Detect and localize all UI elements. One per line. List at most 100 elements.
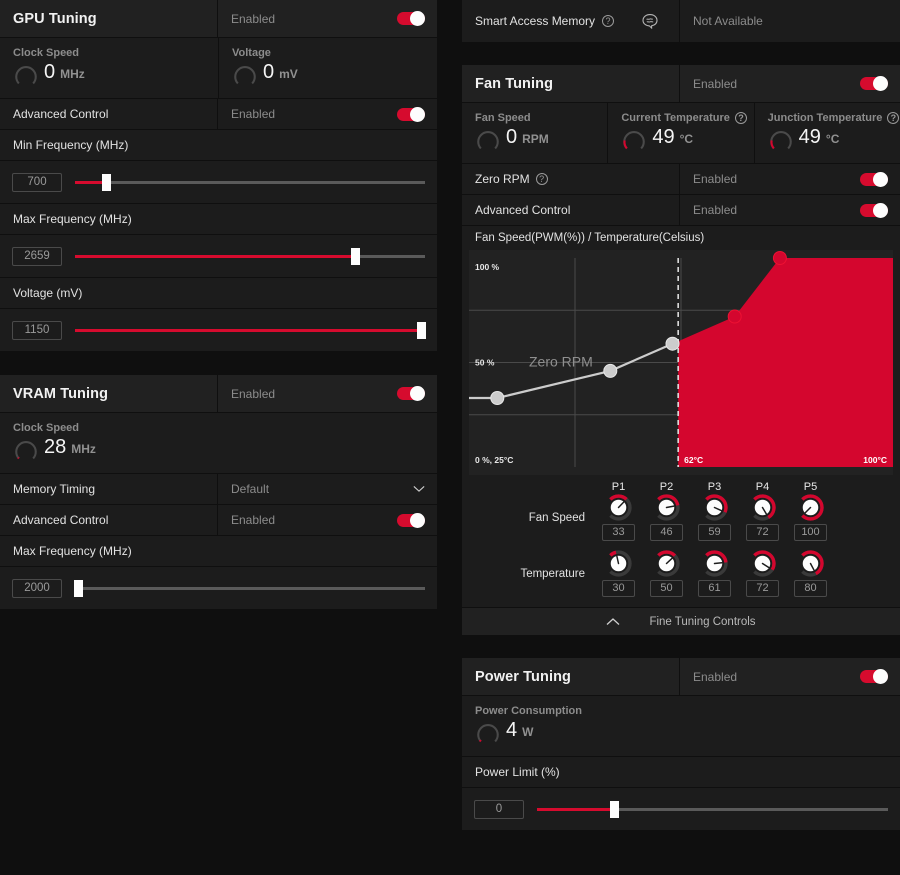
- question-icon[interactable]: ?: [602, 15, 615, 27]
- gpu-voltage-input[interactable]: 1150: [12, 320, 62, 340]
- gpu-max-frequency-input[interactable]: 2659: [12, 246, 62, 266]
- vram-tuning-state: Enabled: [231, 386, 276, 401]
- chevron-up-icon[interactable]: [606, 617, 620, 626]
- input-temperature-p1[interactable]: 30: [602, 580, 635, 597]
- gpu-voltage-row: 1150: [0, 309, 437, 352]
- metric-current-temperature: Current Temperature ? 49 °C: [607, 103, 753, 163]
- metric-junction-temperature-unit: °C: [825, 132, 840, 146]
- knob-temperature-p4[interactable]: [749, 550, 776, 577]
- metric-power-consumption: Power Consumption 4 W: [462, 696, 900, 756]
- point-header-row: P1 P2 P3 P4 P5: [462, 481, 900, 493]
- knob-fan-speed-p5[interactable]: [797, 494, 824, 521]
- fan-tuning-toggle[interactable]: [860, 76, 888, 91]
- radeon-tuning-page: GPU Tuning Enabled Clock Speed 0 MHz Vol…: [0, 0, 900, 875]
- power-tuning-toggle[interactable]: [860, 669, 888, 684]
- gpu-advanced-control-label: Advanced Control: [13, 107, 109, 121]
- fan-curve-chart[interactable]: 100 % 50 % 0 %, 25°C 62°C 100°C Zero RPM: [462, 250, 900, 475]
- vram-tuning-header: VRAM Tuning Enabled: [0, 375, 437, 413]
- fan-curve-svg[interactable]: 100 % 50 % 0 %, 25°C 62°C 100°C Zero RPM: [469, 250, 893, 475]
- smart-access-memory-label: Smart Access Memory: [475, 14, 596, 28]
- knob-fan-speed-p4[interactable]: [749, 494, 776, 521]
- fan-advanced-control-row: Advanced Control Enabled: [462, 195, 900, 226]
- gpu-tuning-toggle[interactable]: [397, 11, 425, 26]
- gauge-icon: [234, 66, 256, 85]
- knob-fan-speed-p1[interactable]: [605, 494, 632, 521]
- input-temperature-p5[interactable]: 80: [794, 580, 827, 597]
- metric-voltage-label: Voltage: [232, 47, 271, 59]
- input-fan-speed-p2[interactable]: 46: [650, 524, 683, 541]
- vram-advanced-control-state: Enabled: [231, 513, 276, 527]
- fan-advanced-control-toggle[interactable]: [860, 202, 888, 218]
- power-tuning-state: Enabled: [693, 669, 738, 684]
- input-temperature-p3[interactable]: 61: [698, 580, 731, 597]
- zero-rpm-toggle[interactable]: [860, 171, 888, 187]
- point-header-p5: P5: [803, 481, 818, 493]
- vram-tuning-card: VRAM Tuning Enabled Clock Speed 28 MHz M…: [0, 375, 437, 610]
- power-tuning-metrics: Power Consumption 4 W: [462, 696, 900, 757]
- gauge-icon: [477, 724, 499, 743]
- zero-rpm-label: Zero RPM: [475, 172, 530, 186]
- metric-current-temperature-value: 49: [652, 126, 675, 148]
- input-fan-speed-p4[interactable]: 72: [746, 524, 779, 541]
- fine-tuning-controls-button[interactable]: Fine Tuning Controls: [462, 607, 900, 635]
- zero-rpm-row: Zero RPM ? Enabled: [462, 164, 900, 195]
- metric-fan-speed-unit: RPM: [522, 132, 549, 146]
- left-column: GPU Tuning Enabled Clock Speed 0 MHz Vol…: [0, 0, 437, 610]
- question-icon[interactable]: ?: [535, 173, 548, 185]
- knob-temperature-p2[interactable]: [653, 550, 680, 577]
- knob-temperature-p3[interactable]: [701, 550, 728, 577]
- vram-tuning-metrics: Clock Speed 28 MHz: [0, 413, 437, 474]
- chevron-down-icon[interactable]: [413, 485, 425, 493]
- gpu-max-frequency-row: 2659: [0, 235, 437, 278]
- section-gap: [462, 42, 900, 65]
- knob-temperature-p5[interactable]: [797, 550, 824, 577]
- vram-advanced-control-label: Advanced Control: [13, 513, 109, 527]
- input-fan-speed-p3[interactable]: 59: [698, 524, 731, 541]
- question-icon[interactable]: ?: [734, 112, 747, 124]
- metric-clock-speed-label: Clock Speed: [13, 47, 80, 59]
- vram-max-frequency-input[interactable]: 2000: [12, 578, 62, 598]
- gpu-min-frequency-row: 700: [0, 161, 437, 204]
- gpu-min-frequency-label: Min Frequency (MHz): [0, 130, 437, 161]
- right-column: Smart Access Memory ? Not Available Fan …: [462, 0, 900, 831]
- metric-clock-speed-unit: MHz: [60, 67, 85, 81]
- point-header-p4: P4: [755, 481, 770, 493]
- power-tuning-card: Power Tuning Enabled Power Consumption 4: [462, 658, 900, 831]
- power-limit-input[interactable]: 0: [474, 799, 524, 819]
- power-tuning-title: Power Tuning: [475, 668, 571, 685]
- input-temperature-p2[interactable]: 50: [650, 580, 683, 597]
- metric-clock-speed: Clock Speed 0 MHz: [0, 38, 218, 98]
- vram-max-frequency-slider[interactable]: [74, 578, 425, 598]
- knob-fan-speed-p3[interactable]: [701, 494, 728, 521]
- gpu-max-frequency-slider[interactable]: [75, 246, 425, 266]
- gauge-icon: [15, 66, 37, 85]
- metric-current-temperature-unit: °C: [679, 132, 694, 146]
- vram-advanced-control-toggle[interactable]: [397, 512, 425, 528]
- vram-max-frequency-row: 2000: [0, 567, 437, 610]
- power-tuning-header: Power Tuning Enabled: [462, 658, 900, 696]
- input-fan-speed-p5[interactable]: 100: [794, 524, 827, 541]
- vram-tuning-toggle[interactable]: [397, 386, 425, 401]
- input-temperature-p4[interactable]: 72: [746, 580, 779, 597]
- input-fan-speed-p1[interactable]: 33: [602, 524, 635, 541]
- gpu-tuning-state: Enabled: [231, 11, 276, 26]
- smart-access-memory-status: Not Available: [693, 14, 763, 28]
- question-icon[interactable]: ?: [887, 112, 900, 124]
- fan-speed-row: Fan Speed 33 46 59 72 100: [462, 494, 900, 541]
- gauge-icon: [15, 441, 37, 460]
- knob-fan-speed-p2[interactable]: [653, 494, 680, 521]
- metric-vram-clock-speed-label: Clock Speed: [13, 422, 80, 434]
- gpu-advanced-control-toggle[interactable]: [397, 106, 425, 122]
- knob-temperature-p1[interactable]: [605, 550, 632, 577]
- gpu-min-frequency-input[interactable]: 700: [12, 172, 62, 192]
- gpu-voltage-slider[interactable]: [75, 320, 426, 340]
- point-header-p1: P1: [611, 481, 626, 493]
- power-limit-slider[interactable]: [537, 799, 888, 819]
- power-limit-label: Power Limit (%): [462, 757, 900, 788]
- metric-junction-temperature-value: 49: [798, 126, 821, 148]
- point-header-p2: P2: [659, 481, 674, 493]
- gpu-min-frequency-slider[interactable]: [75, 172, 425, 192]
- svg-text:62°C: 62°C: [684, 455, 703, 465]
- metric-vram-clock-speed: Clock Speed 28 MHz: [0, 413, 437, 473]
- memory-timing-row[interactable]: Memory Timing Default: [0, 474, 437, 505]
